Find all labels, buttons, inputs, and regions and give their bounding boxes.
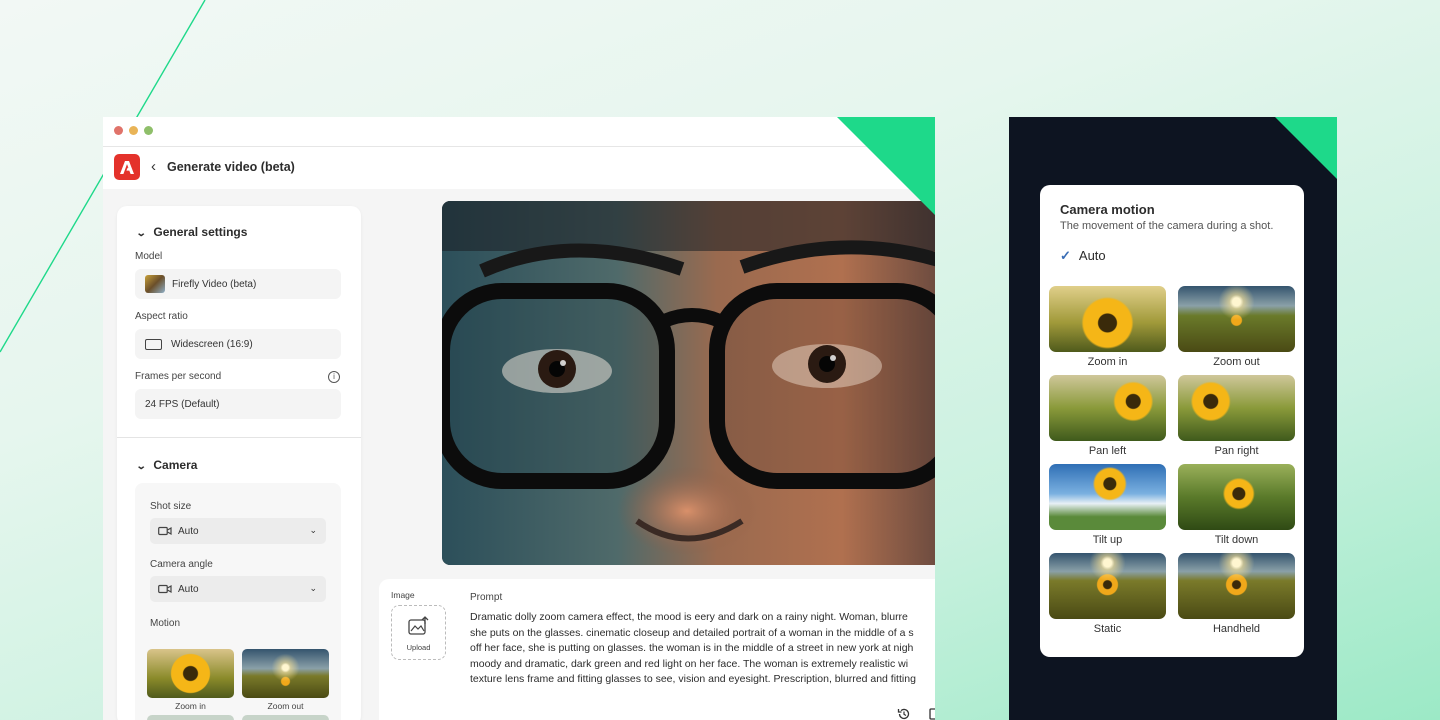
fps-label: Frames per second — [135, 371, 222, 382]
motion-thumb-pan-right[interactable] — [242, 715, 329, 720]
option-zoom-out[interactable] — [1178, 286, 1295, 352]
widescreen-icon — [145, 338, 162, 350]
app-window: ‹ Generate video (beta) ⌄ General setting… — [103, 117, 935, 720]
option-label: Tilt down — [1214, 534, 1259, 546]
app-header: ‹ Generate video (beta) — [103, 147, 935, 189]
prompt-input[interactable]: Dramatic dolly zoom camera effect, the m… — [470, 610, 935, 690]
shot-size-label: Shot size — [150, 501, 192, 512]
menu-title: Camera motion — [1060, 202, 1155, 217]
motion-label: Motion — [150, 618, 181, 629]
aspect-ratio-picker[interactable]: Widescreen (16:9) — [135, 329, 341, 359]
upload-image-icon — [408, 616, 429, 635]
aspect-ratio-value: Widescreen (16:9) — [171, 338, 253, 350]
aspect-ratio-label: Aspect ratio — [135, 311, 188, 322]
prompt-line: texture lens frame and fitting glasses t… — [470, 673, 916, 686]
image-label: Image — [391, 590, 415, 600]
prompt-line: moody and dramatic, dark green and red l… — [470, 657, 909, 670]
chevron-down-icon: ⌄ — [309, 525, 317, 535]
fps-picker[interactable]: 24 FPS (Default) — [135, 389, 341, 419]
motion-thumb-pan-left[interactable] — [147, 715, 234, 720]
model-thumbnail-icon — [145, 275, 165, 293]
camera-angle-dropdown[interactable]: Auto ⌄ — [150, 576, 326, 602]
option-label: Pan right — [1214, 445, 1259, 457]
camera-header[interactable]: ⌄ Camera — [135, 458, 198, 472]
fps-value: 24 FPS (Default) — [145, 398, 220, 410]
settings-icon[interactable] — [929, 707, 935, 720]
chevron-down-icon: ⌄ — [135, 228, 147, 239]
option-static[interactable] — [1049, 553, 1166, 619]
option-pan-left[interactable] — [1049, 375, 1166, 441]
shot-size-value: Auto — [178, 525, 199, 537]
video-camera-icon — [158, 526, 172, 536]
motion-thumb-zoom-out[interactable] — [242, 649, 329, 698]
back-chevron-icon[interactable]: ‹ — [151, 158, 156, 175]
history-icon[interactable] — [897, 707, 911, 720]
prompt-panel: Image Upload Prompt Dramatic dolly zoom … — [379, 579, 935, 720]
prompt-line: Dramatic dolly zoom camera effect, the m… — [470, 611, 908, 623]
corner-accent — [1275, 117, 1337, 179]
option-label: Static — [1093, 623, 1122, 635]
option-label: Zoom out — [1213, 356, 1260, 368]
prompt-line: she puts on the glasses. cinematic close… — [470, 626, 914, 639]
upload-label: Upload — [406, 643, 431, 652]
adobe-logo-icon[interactable] — [114, 154, 140, 180]
upload-button[interactable]: Upload — [391, 605, 446, 660]
window-titlebar — [103, 117, 935, 147]
menu-subtitle: The movement of the camera during a shot… — [1060, 220, 1274, 232]
shot-size-dropdown[interactable]: Auto ⌄ — [150, 518, 326, 544]
close-window-button[interactable] — [114, 126, 123, 135]
camera-motion-menu: Camera motion The movement of the camera… — [1040, 185, 1304, 657]
minimize-window-button[interactable] — [129, 126, 138, 135]
motion-thumb-zoom-in[interactable] — [147, 649, 234, 698]
camera-settings-group: Shot size Auto ⌄ Camera angle Auto ⌄ Mot… — [135, 483, 341, 720]
general-settings-header[interactable]: ⌄ General settings — [135, 225, 248, 239]
corner-accent — [837, 117, 935, 215]
camera-angle-value: Auto — [178, 583, 199, 595]
option-label: Auto — [1078, 248, 1106, 263]
model-picker[interactable]: Firefly Video (beta) — [135, 269, 341, 299]
option-tilt-down[interactable] — [1178, 464, 1295, 530]
section-divider — [117, 437, 361, 438]
prompt-label: Prompt — [470, 592, 503, 603]
portrait-image — [442, 201, 935, 565]
option-handheld[interactable] — [1178, 553, 1295, 619]
option-tilt-up[interactable] — [1049, 464, 1166, 530]
chevron-down-icon: ⌄ — [309, 583, 317, 593]
checkmark-icon: ✓ — [1060, 248, 1071, 263]
camera-motion-showcase: Camera motion The movement of the camera… — [1009, 117, 1337, 720]
prompt-line: off her face, she is putting on glasses.… — [470, 642, 914, 655]
section-title: General settings — [153, 225, 248, 239]
option-pan-right[interactable] — [1178, 375, 1295, 441]
maximize-window-button[interactable] — [144, 126, 153, 135]
model-label: Model — [135, 251, 163, 262]
video-preview[interactable] — [442, 201, 935, 565]
info-icon[interactable]: i — [328, 371, 340, 383]
option-label: Zoom in — [1087, 356, 1128, 368]
settings-panel: ⌄ General settings Model Firefly Video (b… — [117, 206, 361, 720]
chevron-down-icon: ⌄ — [135, 461, 147, 472]
option-label: Handheld — [1212, 623, 1261, 635]
section-title: Camera — [153, 458, 198, 472]
motion-thumb-label: Zoom out — [267, 701, 304, 711]
model-value: Firefly Video (beta) — [172, 278, 257, 290]
camera-angle-label: Camera angle — [150, 559, 213, 570]
page-title: Generate video (beta) — [167, 160, 295, 174]
motion-thumb-label: Zoom in — [175, 701, 206, 711]
option-auto[interactable]: ✓ Auto — [1060, 248, 1106, 264]
video-camera-icon — [158, 584, 172, 594]
option-zoom-in[interactable] — [1049, 286, 1166, 352]
option-label: Pan left — [1088, 445, 1127, 457]
option-label: Tilt up — [1092, 534, 1123, 546]
